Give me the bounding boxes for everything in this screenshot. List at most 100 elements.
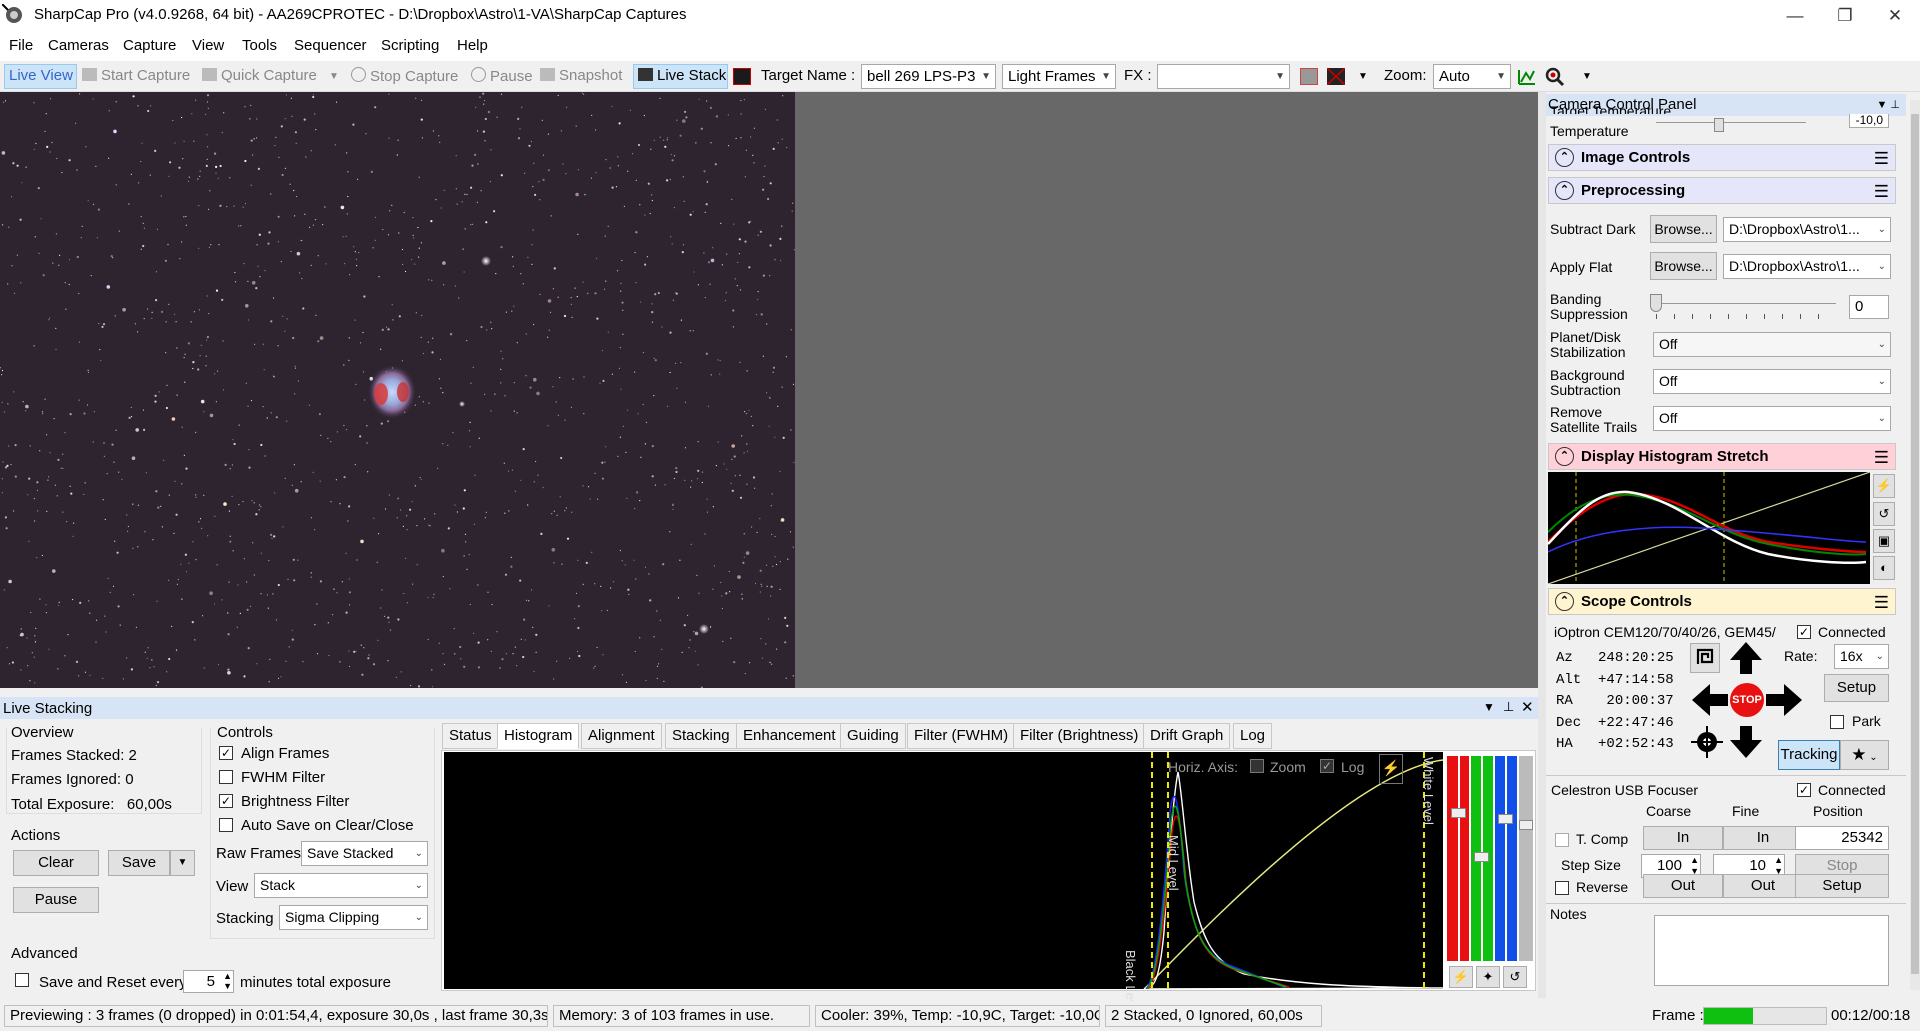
zoom-magnifier-icon[interactable]: [1545, 67, 1565, 87]
red-level-thumb[interactable]: [1451, 808, 1466, 818]
menu-scripting[interactable]: Scripting: [381, 37, 439, 54]
auto-level-icon[interactable]: ⚡: [1379, 754, 1403, 784]
dark-frame-icon[interactable]: [733, 68, 751, 85]
spinner-icon[interactable]: ▲ ▼: [223, 971, 232, 991]
subtract-dark-path-combo[interactable]: D:\Dropbox\Astro\1... ⌄: [1723, 217, 1891, 242]
tools-dropdown-icon[interactable]: ▼: [1582, 71, 1592, 82]
quick-capture-dropdown-icon[interactable]: ▼: [329, 71, 339, 82]
fine-out-button[interactable]: Out: [1723, 874, 1803, 898]
apply-flat-browse-button[interactable]: Browse...: [1650, 252, 1717, 280]
tab-alignment[interactable]: Alignment: [581, 723, 662, 749]
temperature-slider-thumb[interactable]: [1714, 118, 1724, 132]
arrow-up-icon[interactable]: [1728, 640, 1764, 676]
save-reset-minutes-input[interactable]: 5 ▲ ▼: [183, 970, 234, 993]
coarse-in-button[interactable]: In: [1643, 826, 1723, 850]
banding-value-input[interactable]: 0: [1849, 295, 1889, 319]
image-controls-header[interactable]: ⌃ Image Controls ☰: [1548, 144, 1896, 171]
auto-stretch-icon[interactable]: ⚡: [1449, 966, 1473, 988]
menu-sequencer[interactable]: Sequencer: [294, 37, 367, 54]
arrow-right-icon[interactable]: [1764, 682, 1804, 718]
target-temp-input[interactable]: -10,0: [1849, 114, 1889, 128]
log-axis-checkbox[interactable]: ✓: [1320, 759, 1334, 773]
rate-combo[interactable]: 16x ⌄: [1834, 644, 1889, 669]
menu-icon[interactable]: ☰: [1874, 590, 1889, 615]
luminance-level-thumb[interactable]: [1519, 820, 1533, 830]
menu-cameras[interactable]: Cameras: [48, 37, 109, 54]
minimize-button[interactable]: —: [1772, 0, 1818, 31]
park-checkbox[interactable]: [1830, 715, 1844, 729]
banding-slider-thumb[interactable]: [1650, 294, 1662, 312]
blue-level-thumb[interactable]: [1498, 814, 1513, 824]
banding-slider-track[interactable]: [1656, 303, 1836, 304]
mount-connected-checkbox[interactable]: ✓: [1797, 625, 1811, 639]
save-stretch-icon[interactable]: ▣: [1873, 529, 1895, 553]
arrow-down-icon[interactable]: [1728, 724, 1764, 760]
scope-setup-button[interactable]: Setup: [1824, 674, 1889, 702]
view-combo[interactable]: Stack ⌄: [254, 873, 428, 898]
preprocessing-header[interactable]: ⌃ Preprocessing ☰: [1548, 177, 1896, 204]
panel-pin-icon[interactable]: ▼ ⊥: [1876, 94, 1900, 116]
menu-view[interactable]: View: [192, 37, 224, 54]
coarse-out-button[interactable]: Out: [1643, 874, 1723, 898]
pause-stack-button[interactable]: Pause: [13, 887, 99, 913]
menu-capture[interactable]: Capture: [123, 37, 176, 54]
quick-capture-button[interactable]: Quick Capture: [202, 67, 317, 84]
planet-stabilization-combo[interactable]: Off ⌄: [1653, 332, 1891, 357]
spiral-search-icon[interactable]: [1690, 643, 1720, 673]
menu-icon[interactable]: ☰: [1874, 445, 1889, 470]
tab-drift-graph[interactable]: Drift Graph: [1143, 723, 1231, 749]
live-stacking-close-icon[interactable]: ✕: [1521, 698, 1534, 716]
image-view[interactable]: [0, 92, 795, 688]
notes-textarea[interactable]: [1654, 915, 1889, 986]
menu-help[interactable]: Help: [457, 37, 488, 54]
auto-save-checkbox[interactable]: [219, 818, 233, 832]
reset-stretch-icon[interactable]: ↺: [1873, 502, 1895, 526]
green-level-thumb[interactable]: [1474, 852, 1489, 862]
close-button[interactable]: ✕: [1872, 0, 1918, 31]
menu-icon[interactable]: ☰: [1874, 179, 1889, 204]
save-button[interactable]: Save: [108, 850, 170, 876]
histogram-icon[interactable]: [1518, 67, 1536, 85]
stop-capture-button[interactable]: Stop Capture: [351, 67, 458, 85]
tab-log[interactable]: Log: [1233, 723, 1273, 749]
tab-filter-fwhm[interactable]: Filter (FWHM): [907, 723, 1016, 749]
temp-comp-checkbox[interactable]: [1555, 833, 1569, 847]
live-stack-button[interactable]: Live Stack: [638, 67, 726, 84]
target-name-combo[interactable]: bell 269 LPS-P3 ▼: [861, 64, 996, 89]
luminance-level-bar[interactable]: [1519, 756, 1533, 961]
brightness-filter-checkbox[interactable]: ✓: [219, 794, 233, 808]
reset-icon[interactable]: ↺: [1503, 966, 1527, 988]
tab-filter-brightness[interactable]: Filter (Brightness): [1013, 723, 1146, 749]
stack-histogram-graph[interactable]: [444, 752, 1443, 989]
focuser-setup-button[interactable]: Setup: [1795, 874, 1889, 898]
auto-stretch-icon[interactable]: ⚡: [1873, 474, 1895, 498]
tab-stacking[interactable]: Stacking: [665, 723, 737, 749]
live-stacking-dropdown-icon[interactable]: ▼: [1483, 700, 1495, 714]
satellite-trails-combo[interactable]: Off ⌄: [1653, 406, 1891, 431]
histogram-stretch-header[interactable]: ⌃ Display Histogram Stretch ☰: [1548, 443, 1896, 470]
arrow-left-icon[interactable]: [1690, 682, 1730, 718]
menu-file[interactable]: File: [9, 37, 33, 54]
tracking-button[interactable]: Tracking: [1778, 740, 1840, 770]
fx-combo[interactable]: ▼: [1157, 64, 1290, 89]
rgb-level-sliders[interactable]: [1445, 752, 1534, 964]
panel-splitter[interactable]: [1538, 92, 1546, 998]
stop-button[interactable]: STOP: [1730, 683, 1764, 717]
start-capture-button[interactable]: Start Capture: [82, 67, 190, 84]
temperature-slider-track[interactable]: [1656, 122, 1806, 123]
reverse-checkbox[interactable]: [1555, 881, 1569, 895]
apply-flat-path-combo[interactable]: D:\Dropbox\Astro\1... ⌄: [1723, 254, 1891, 279]
contrast-icon[interactable]: ◐: [1873, 556, 1895, 580]
fine-in-button[interactable]: In: [1723, 826, 1803, 850]
crosshair-home-icon[interactable]: [1690, 725, 1724, 759]
subtract-dark-browse-button[interactable]: Browse...: [1650, 215, 1717, 243]
snapshot-button[interactable]: Snapshot: [540, 67, 622, 84]
focuser-position-input[interactable]: 25342: [1795, 826, 1889, 850]
star-dropdown-button[interactable]: ★ ⌄: [1840, 740, 1889, 770]
overlay-dropdown-icon[interactable]: ▼: [1358, 71, 1368, 82]
pause-button[interactable]: Pause: [471, 67, 533, 85]
live-view-button[interactable]: Live View: [9, 67, 73, 84]
menu-icon[interactable]: ☰: [1874, 146, 1889, 171]
reticle-icon[interactable]: [1300, 68, 1318, 85]
maximize-button[interactable]: ❐: [1822, 0, 1868, 31]
